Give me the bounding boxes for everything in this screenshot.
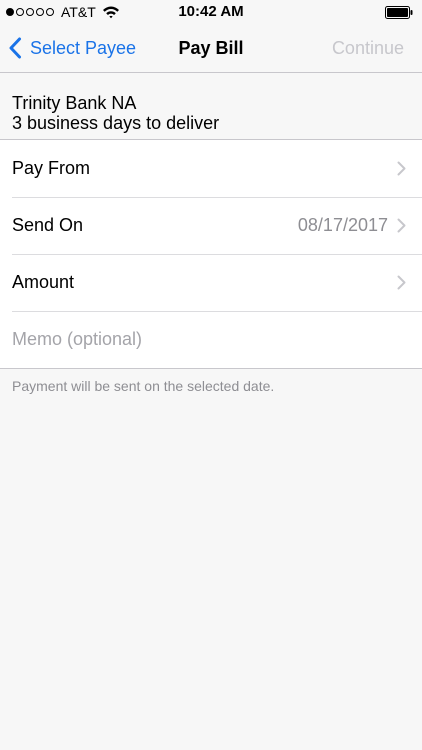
footnote: Payment will be sent on the selected dat… — [12, 378, 275, 394]
amount-row[interactable]: Amount — [0, 254, 422, 311]
payment-form: Pay From Send On 08/17/2017 Amount — [0, 139, 422, 369]
chevron-right-icon — [397, 161, 406, 176]
payee-header: Trinity Bank NA 3 business days to deliv… — [0, 73, 422, 139]
status-bar: AT&T 10:42 AM — [0, 0, 422, 24]
send-on-row[interactable]: Send On 08/17/2017 — [0, 197, 422, 254]
chevron-right-icon — [397, 275, 406, 290]
pay-from-row[interactable]: Pay From — [0, 140, 422, 197]
pay-from-label: Pay From — [12, 158, 91, 178]
delivery-estimate: 3 business days to deliver — [12, 113, 220, 133]
chevron-right-icon — [397, 218, 406, 233]
memo-row — [0, 311, 422, 368]
payee-name: Trinity Bank NA — [12, 93, 137, 113]
status-time: 10:42 AM — [178, 3, 244, 20]
send-on-label: Send On — [12, 215, 84, 235]
navigation-bar: Select Payee Pay Bill Continue — [0, 24, 422, 73]
pay-bill-screen: AT&T 10:42 AM Select Payee Pay Bill Cont… — [0, 0, 422, 750]
battery-icon — [385, 6, 413, 19]
amount-label: Amount — [12, 272, 75, 292]
memo-input[interactable] — [12, 329, 392, 350]
continue-button[interactable]: Continue — [332, 24, 404, 72]
send-on-date: 08/17/2017 — [297, 215, 388, 235]
